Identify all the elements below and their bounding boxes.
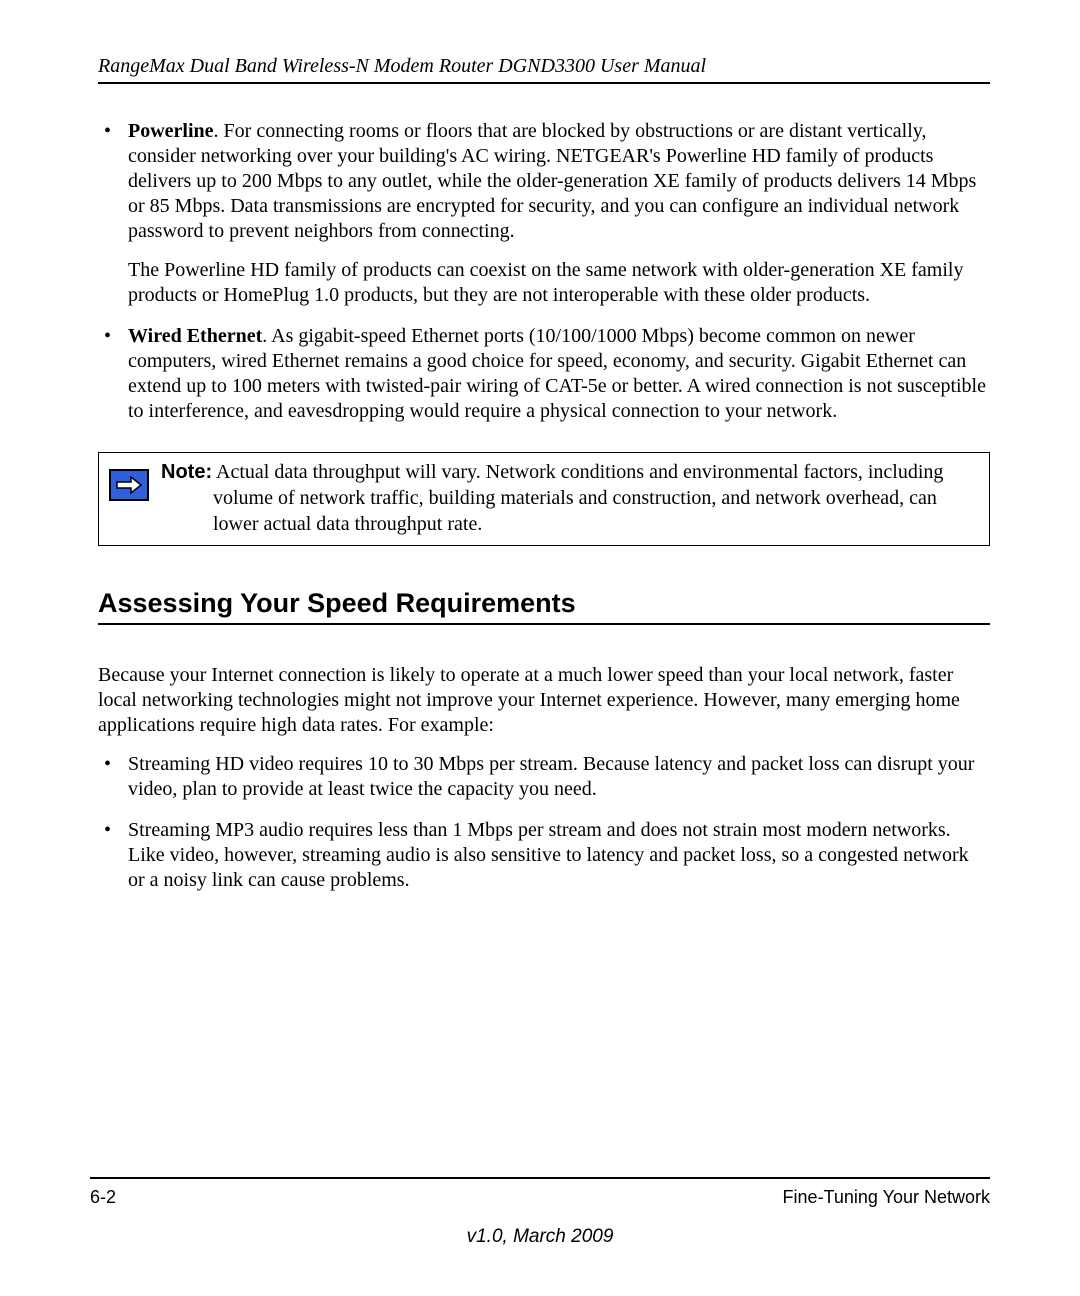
section-rule [98, 623, 990, 625]
bullet-list-2: Streaming HD video requires 10 to 30 Mbp… [98, 752, 990, 893]
list-item-para: Wired Ethernet. As gigabit-speed Etherne… [128, 324, 990, 424]
lead-term: Wired Ethernet [128, 325, 262, 347]
version-label: v1.0, March 2009 [0, 1226, 1080, 1248]
document-page: RangeMax Dual Band Wireless-N Modem Rout… [0, 0, 1080, 1296]
section-intro: Because your Internet connection is like… [98, 663, 990, 738]
footer-rule [90, 1177, 990, 1179]
list-item-para: The Powerline HD family of products can … [128, 258, 990, 308]
list-item-para: Streaming MP3 audio requires less than 1… [128, 818, 990, 893]
bullet-list-1: Powerline. For connecting rooms or floor… [98, 119, 990, 424]
note-text: Note: Actual data throughput will vary. … [161, 459, 979, 537]
list-item: Streaming MP3 audio requires less than 1… [98, 818, 990, 893]
list-item: Streaming HD video requires 10 to 30 Mbp… [98, 752, 990, 802]
note-body: Actual data throughput will vary. Networ… [212, 461, 943, 535]
list-item: Wired Ethernet. As gigabit-speed Etherne… [98, 324, 990, 424]
list-item: Powerline. For connecting rooms or floor… [98, 119, 990, 308]
list-item-para: Powerline. For connecting rooms or floor… [128, 119, 990, 244]
page-footer: 6-2 Fine-Tuning Your Network [90, 1177, 990, 1208]
note-label: Note: [161, 461, 212, 483]
list-item-para: Streaming HD video requires 10 to 30 Mbp… [128, 752, 990, 802]
running-header: RangeMax Dual Band Wireless-N Modem Rout… [98, 55, 990, 78]
note-box: Note: Actual data throughput will vary. … [98, 452, 990, 546]
lead-rest: . For connecting rooms or floors that ar… [128, 120, 976, 242]
arrow-right-icon [109, 469, 149, 501]
lead-term: Powerline [128, 120, 214, 142]
chapter-title: Fine-Tuning Your Network [783, 1187, 990, 1208]
page-number: 6-2 [90, 1187, 116, 1208]
header-rule [98, 82, 990, 84]
section-heading: Assessing Your Speed Requirements [98, 588, 990, 619]
